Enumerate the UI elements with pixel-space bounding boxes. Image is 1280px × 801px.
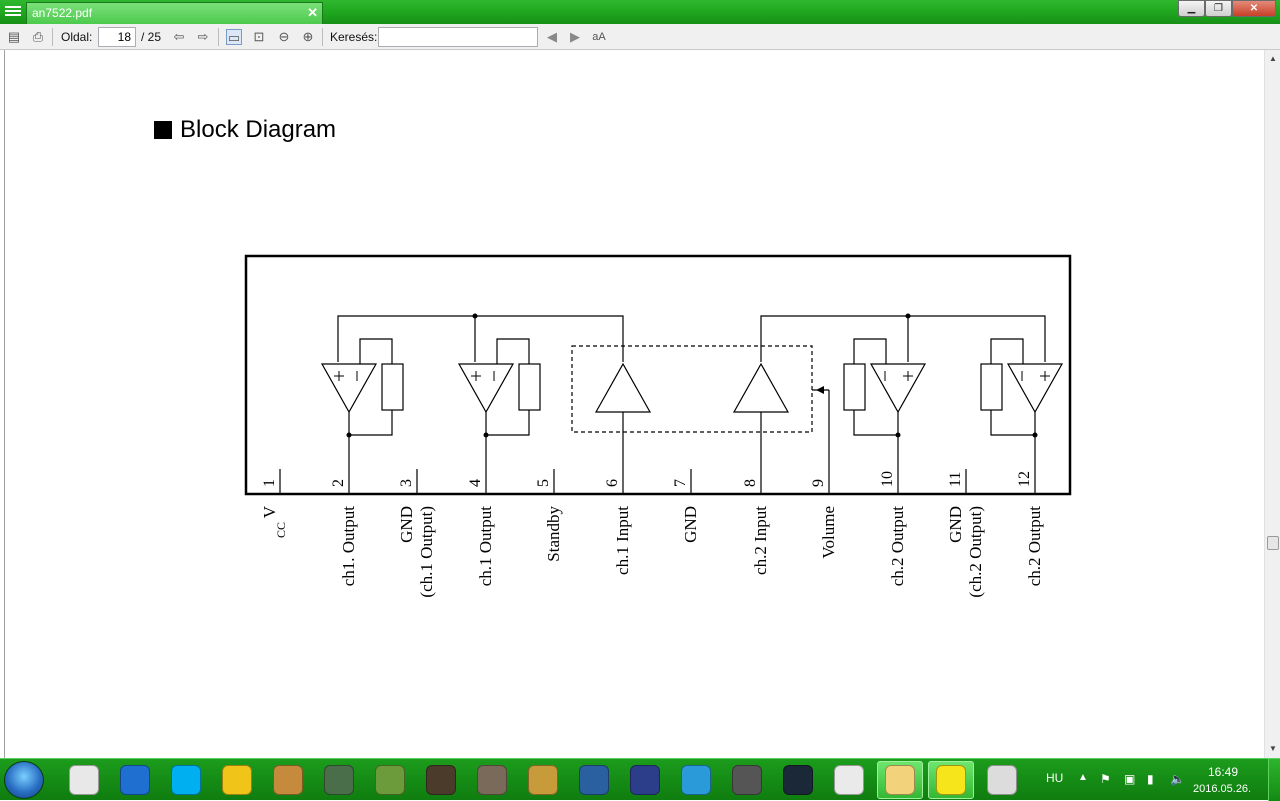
- pin-label: GND: [946, 506, 965, 543]
- pin-label: Volume: [819, 506, 838, 559]
- show-desktop-button[interactable]: [1268, 759, 1280, 801]
- pin-label: ch.1 Input: [613, 506, 632, 575]
- pin-label: Standby: [544, 506, 563, 562]
- pdf-icon: [936, 765, 966, 795]
- taskbar-app-visual-studio[interactable]: [571, 761, 617, 799]
- thunderbird-icon: [681, 765, 711, 795]
- output-amplifier-ch2-a: [843, 338, 927, 494]
- notepad-icon: [630, 765, 660, 795]
- taskbar-app-notepad[interactable]: [622, 761, 668, 799]
- minecraft-icon: [375, 765, 405, 795]
- clock-time[interactable]: 16:49: [1208, 765, 1238, 779]
- volume-icon[interactable]: 🔈: [1170, 772, 1185, 786]
- pin-number: 10: [879, 471, 896, 487]
- pin-label: ch.2 Output: [1025, 506, 1044, 587]
- preamp-block: [571, 345, 813, 433]
- calculator-icon: [834, 765, 864, 795]
- taskbar-app-chrome[interactable]: [61, 761, 107, 799]
- language-indicator[interactable]: HU: [1046, 771, 1063, 785]
- pin-number: 5: [535, 479, 552, 487]
- output-amplifier-ch1-b: [457, 338, 541, 494]
- folder-icon: [885, 765, 915, 795]
- taskbar: HU ▲ ⚑ ▣ ▮ 🔈 16:49 2016.05.26.: [0, 758, 1280, 801]
- ch1-preamp: [594, 362, 652, 413]
- clock-date[interactable]: 2016.05.26.: [1193, 783, 1251, 795]
- taskbar-app-calculator[interactable]: [826, 761, 872, 799]
- block-diagram: 1 2 3 4 5 6 7 8 9 10 11 12 VCC ch1. Output GND (ch.1 O…: [244, 254, 1072, 598]
- taskbar-app-pdf-viewer[interactable]: [928, 761, 974, 799]
- house-icon: [477, 765, 507, 795]
- taskbar-app-shield-game[interactable]: [418, 761, 464, 799]
- pin-label: ch.2 Input: [751, 506, 770, 575]
- device-icon[interactable]: ▣: [1124, 772, 1135, 786]
- pin-number: 2: [330, 479, 347, 487]
- taskbar-app-camera-app[interactable]: [724, 761, 770, 799]
- pin-label: CC: [274, 522, 288, 538]
- output-amplifier-ch1-a: [320, 338, 404, 494]
- ch2-preamp: [732, 362, 790, 413]
- maxthon-icon: [120, 765, 150, 795]
- taskbar-app-power-app[interactable]: [316, 761, 362, 799]
- chrome-icon: [69, 765, 99, 795]
- pin-label: V: [260, 505, 279, 518]
- pin-number: 12: [1016, 471, 1033, 487]
- taskbar-app-skype[interactable]: [163, 761, 209, 799]
- pin-number: 7: [672, 479, 689, 487]
- pin-label: ch1. Output: [339, 506, 358, 587]
- taskbar-app-game-avatar[interactable]: [265, 761, 311, 799]
- camera-icon: [732, 765, 762, 795]
- game-avatar-icon: [273, 765, 303, 795]
- pin-number: 3: [398, 479, 415, 487]
- taskbar-app-thunderbird[interactable]: [673, 761, 719, 799]
- pin-number: 11: [947, 472, 964, 487]
- taskbar-app-steam[interactable]: [775, 761, 821, 799]
- taskbar-app-house-game[interactable]: [469, 761, 515, 799]
- flag-icon[interactable]: ⚑: [1100, 772, 1111, 786]
- pin-number: 9: [810, 479, 827, 487]
- aimp-icon: [222, 765, 252, 795]
- speaker-icon: [987, 765, 1017, 795]
- pin-label: ch.2 Output: [888, 506, 907, 587]
- taskbar-app-explorer[interactable]: [877, 761, 923, 799]
- pin-number: 8: [742, 479, 759, 487]
- taskbar-app-maxthon[interactable]: [112, 761, 158, 799]
- show-hidden-icons-icon[interactable]: ▲: [1078, 772, 1088, 783]
- power-icon: [324, 765, 354, 795]
- pin-label: (ch.1 Output): [417, 506, 436, 598]
- pin-number: 4: [467, 479, 484, 487]
- pin-label: GND: [397, 506, 416, 543]
- pin-label: ch.1 Output: [476, 506, 495, 587]
- start-button[interactable]: [4, 761, 44, 799]
- volume-arrow-icon: [816, 386, 824, 394]
- taskbar-app-minecraft[interactable]: [367, 761, 413, 799]
- pin-number: 1: [261, 479, 278, 487]
- pin-label: GND: [681, 506, 700, 543]
- taskbar-app-hearthstone[interactable]: [520, 761, 566, 799]
- taskbar-app-speaker-app[interactable]: [979, 761, 1025, 799]
- pin-number: 6: [604, 479, 621, 487]
- hearthstone-icon: [528, 765, 558, 795]
- pin-label: (ch.2 Output): [966, 506, 985, 598]
- skype-icon: [171, 765, 201, 795]
- system-tray: HU ▲ ⚑ ▣ ▮ 🔈 16:49 2016.05.26.: [1040, 759, 1280, 801]
- visual-studio-icon: [579, 765, 609, 795]
- network-icon[interactable]: ▮: [1147, 772, 1154, 786]
- steam-icon: [783, 765, 813, 795]
- taskbar-app-aimp[interactable]: [214, 761, 260, 799]
- output-amplifier-ch2-b: [980, 338, 1064, 494]
- shield-game-icon: [426, 765, 456, 795]
